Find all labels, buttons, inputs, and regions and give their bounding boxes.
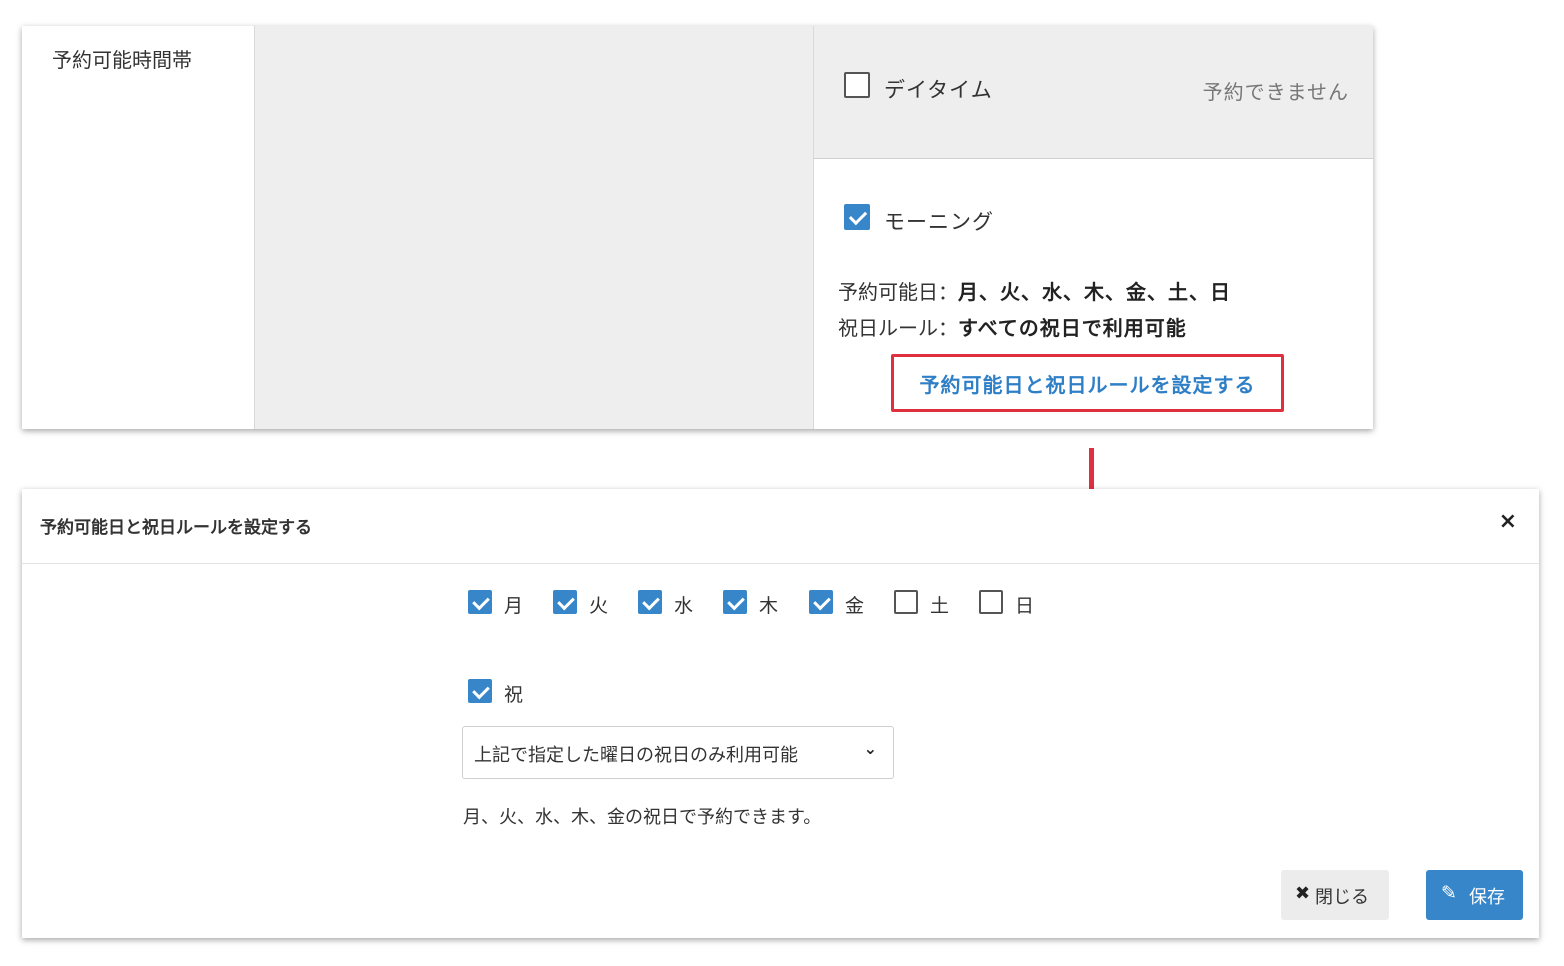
day-label-fri: 金 xyxy=(845,595,865,617)
day-label-sun: 日 xyxy=(1015,595,1035,617)
day-label-sat: 土 xyxy=(930,595,950,617)
empty-cell xyxy=(255,26,814,429)
save-button[interactable]: ✎ 保存 xyxy=(1426,870,1523,920)
set-days-holiday-rule-link[interactable]: 予約可能日と祝日ルールを設定する xyxy=(891,354,1284,412)
morning-checkbox[interactable] xyxy=(844,204,870,230)
day-label-tue: 火 xyxy=(589,595,609,617)
close-icon[interactable]: × xyxy=(1499,509,1517,534)
holiday-rule-label: 祝日ルール： xyxy=(838,316,958,340)
day-checkbox-fri[interactable] xyxy=(809,590,833,614)
days-holiday-rule-modal: 予約可能日と祝日ルールを設定する × 月 火 水 木 金 土 日 祝 上記で指定… xyxy=(22,489,1539,938)
day-label-thu: 木 xyxy=(759,595,779,617)
daytime-label: デイタイム xyxy=(884,78,993,102)
daytime-status: 予約できません xyxy=(1202,80,1349,104)
close-button-label: 閉じる xyxy=(1315,887,1369,908)
time-slot-settings-card: 予約可能時間帯 デイタイム 予約できません モーニング 予約可能日：月、火、水、… xyxy=(22,26,1373,429)
day-checkbox-wed[interactable] xyxy=(638,590,662,614)
times-icon: ✖ xyxy=(1295,883,1311,904)
save-button-label: 保存 xyxy=(1469,887,1505,908)
row-label-cell: 予約可能時間帯 xyxy=(22,26,255,429)
day-checkbox-thu[interactable] xyxy=(723,590,747,614)
time-slot-options: デイタイム 予約できません モーニング 予約可能日：月、火、水、木、金、土、日 … xyxy=(814,26,1373,429)
holiday-rule-value: すべての祝日で利用可能 xyxy=(958,316,1187,340)
holiday-rule-selected-value: 上記で指定した曜日の祝日のみ利用可能 xyxy=(474,745,798,766)
row-label: 予約可能時間帯 xyxy=(52,48,192,72)
day-checkbox-sat[interactable] xyxy=(894,590,918,614)
day-checkbox-tue[interactable] xyxy=(553,590,577,614)
holiday-checkbox[interactable] xyxy=(468,679,492,703)
available-days-label: 予約可能日： xyxy=(838,280,958,304)
chevron-down-icon: ⌄ xyxy=(863,739,877,758)
day-checkbox-sun[interactable] xyxy=(979,590,1003,614)
day-checkbox-mon[interactable] xyxy=(468,590,492,614)
available-days-line: 予約可能日：月、火、水、木、金、土、日 xyxy=(838,276,1231,305)
holiday-rule-line: 祝日ルール：すべての祝日で利用可能 xyxy=(838,312,1187,341)
holiday-label: 祝 xyxy=(504,684,524,706)
modal-header: 予約可能日と祝日ルールを設定する × xyxy=(22,489,1539,564)
edit-icon: ✎ xyxy=(1441,882,1457,904)
morning-label: モーニング xyxy=(884,210,994,234)
day-label-wed: 水 xyxy=(674,595,694,617)
modal-title: 予約可能日と祝日ルールを設定する xyxy=(40,518,312,538)
availability-note: 月、火、水、木、金の祝日で予約できます。 xyxy=(463,807,822,828)
close-button[interactable]: ✖ 閉じる xyxy=(1281,870,1389,920)
daytime-option: デイタイム 予約できません xyxy=(814,26,1373,159)
daytime-checkbox[interactable] xyxy=(844,72,870,98)
holiday-rule-select[interactable]: 上記で指定した曜日の祝日のみ利用可能 ⌄ xyxy=(462,726,894,779)
day-label-mon: 月 xyxy=(504,595,524,617)
available-days-value: 月、火、水、木、金、土、日 xyxy=(958,280,1231,304)
